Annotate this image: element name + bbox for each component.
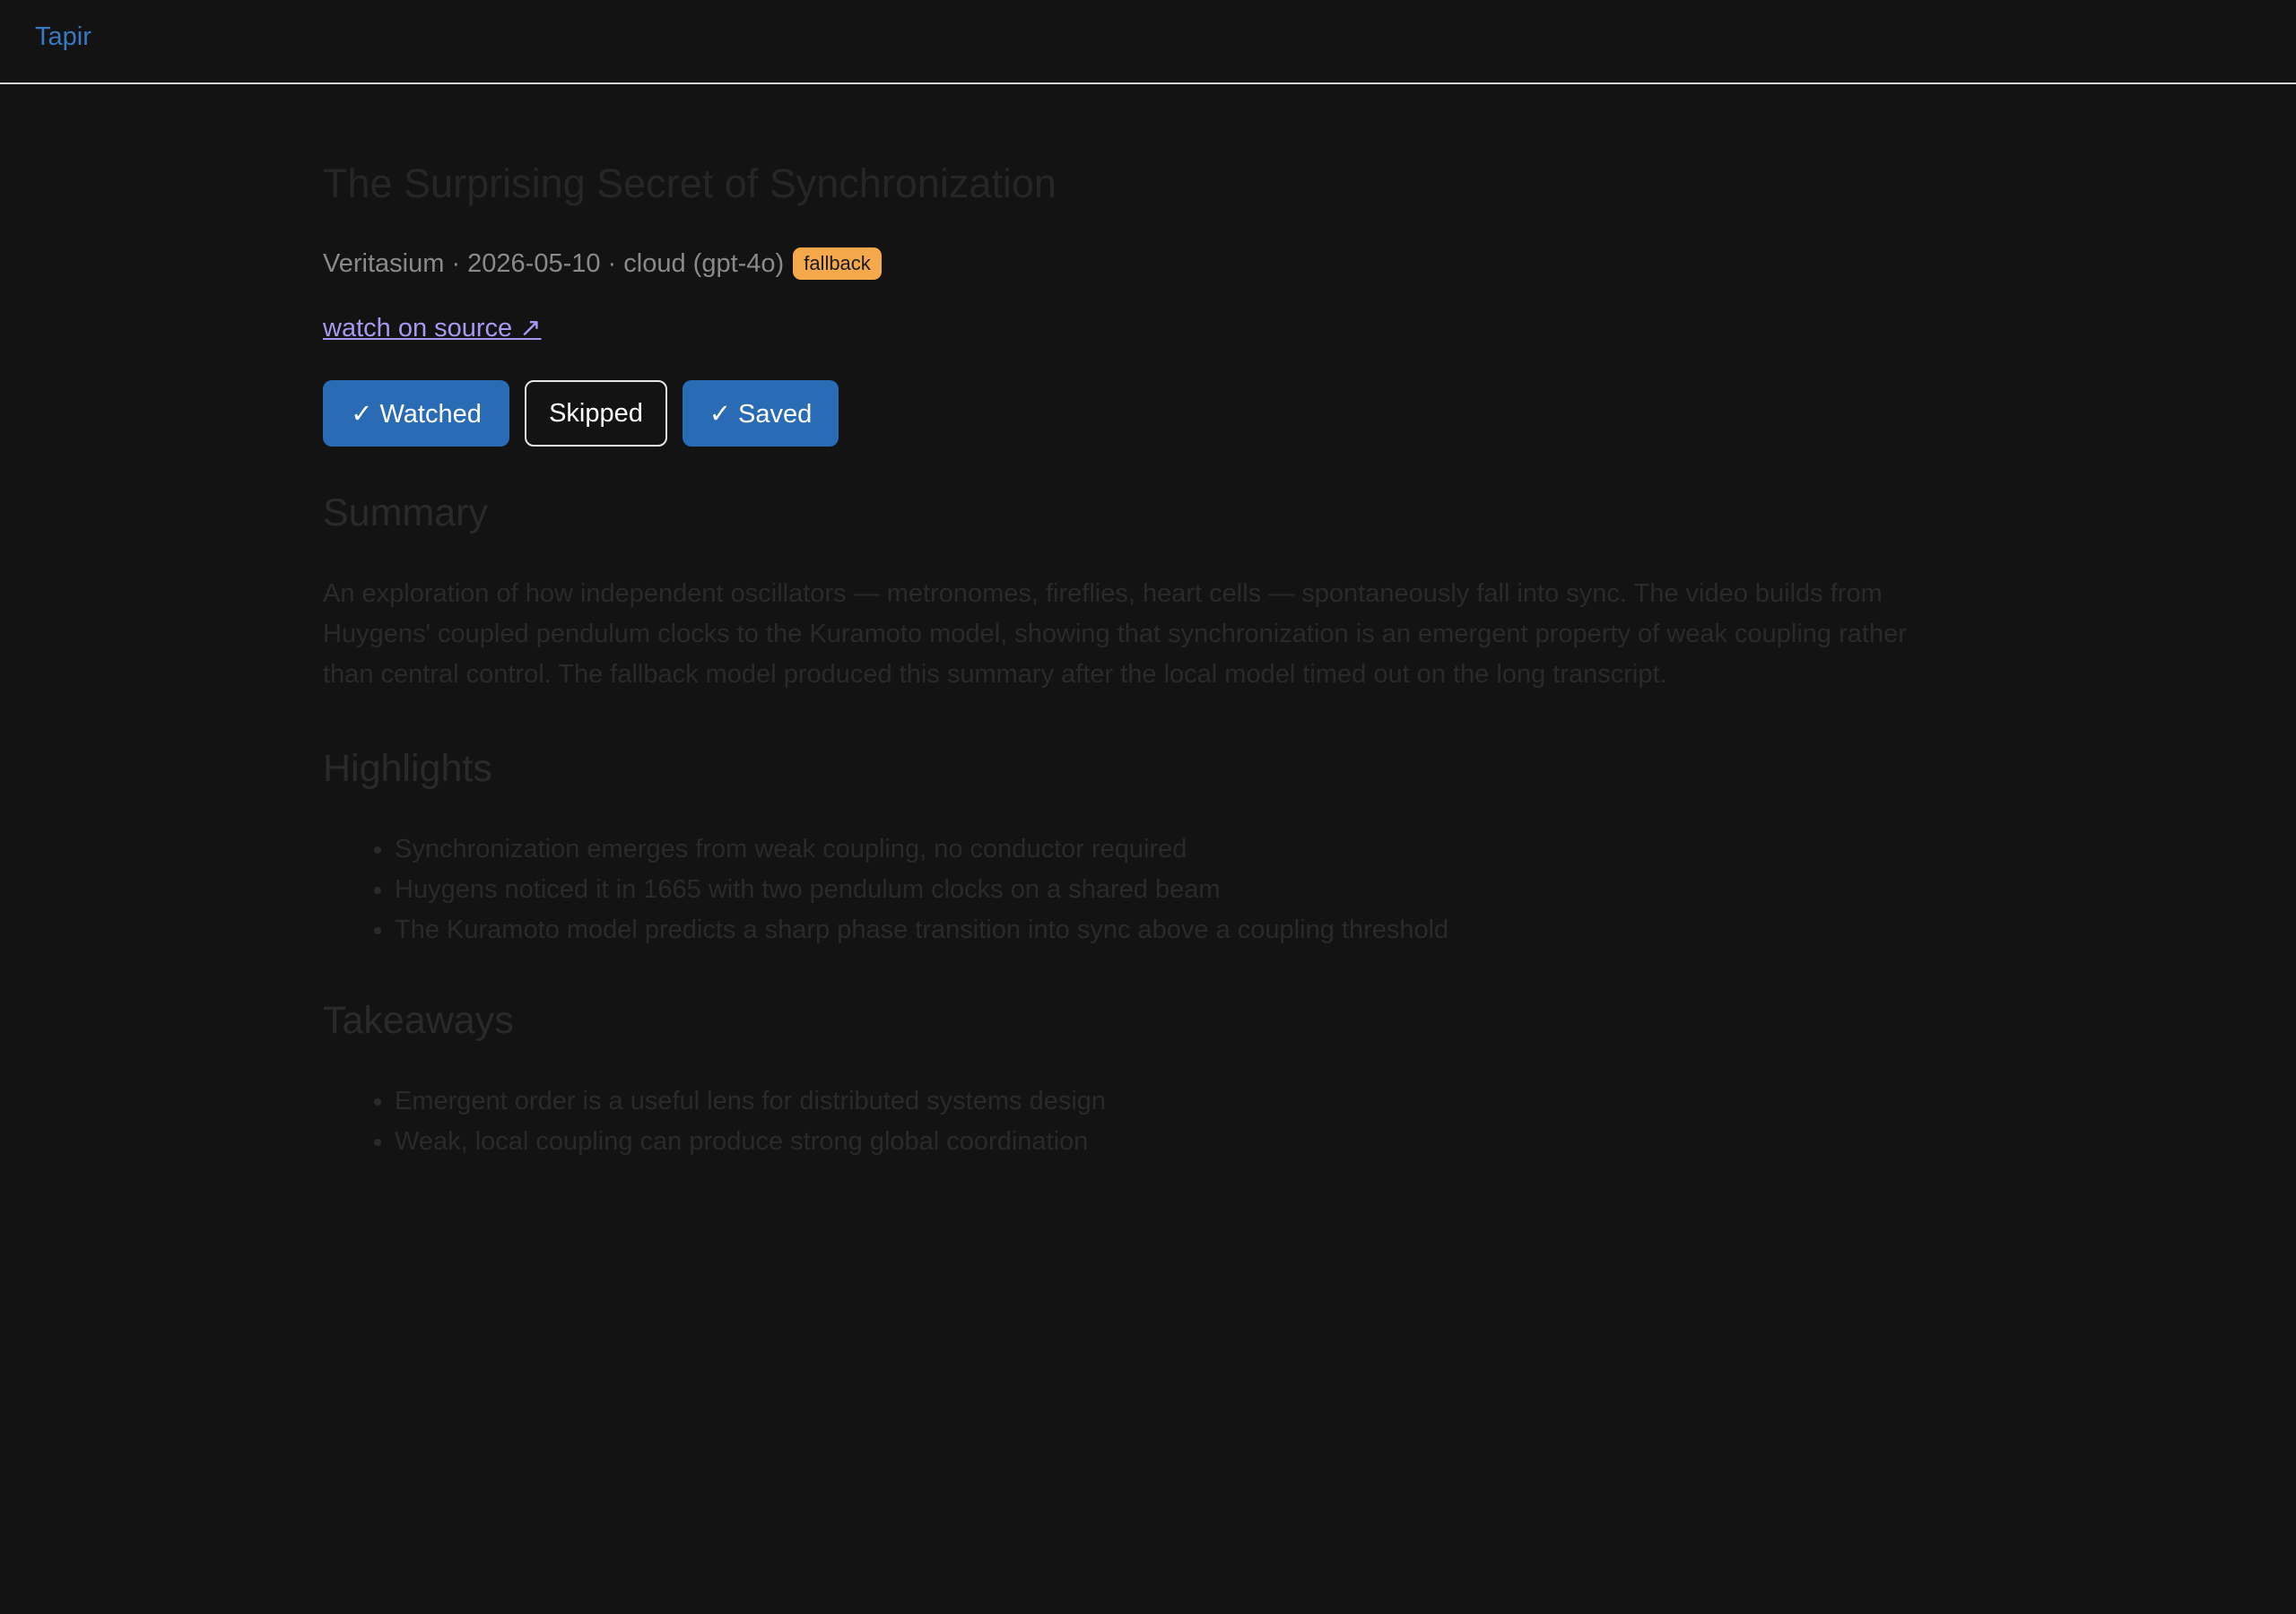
fallback-badge: fallback: [793, 247, 882, 280]
list-item: Weak, local coupling can produce strong …: [395, 1122, 1955, 1162]
watched-button[interactable]: ✓ Watched: [323, 380, 509, 447]
action-buttons: ✓ Watched Skipped ✓ Saved: [323, 380, 1955, 447]
highlights-list: Synchronization emerges from weak coupli…: [323, 829, 1955, 950]
top-bar: Tapir: [0, 0, 2296, 84]
highlights-heading: Highlights: [323, 747, 492, 790]
list-item: The Kuramoto model predicts a sharp phas…: [395, 910, 1955, 950]
summary-heading: Summary: [323, 491, 488, 534]
watch-on-source-link[interactable]: watch on source ↗: [323, 310, 542, 346]
list-item: Emergent order is a useful lens for dist…: [395, 1081, 1955, 1122]
meta-line: Veritasium · 2026-05-10 · cloud (gpt-4o): [323, 248, 785, 278]
skipped-button[interactable]: Skipped: [525, 380, 667, 447]
list-item: Synchronization emerges from weak coupli…: [395, 829, 1955, 870]
video-meta: Veritasium · 2026-05-10 · cloud (gpt-4o)…: [323, 246, 1955, 282]
takeaways-section: Takeaways Emergent order is a useful len…: [323, 994, 1955, 1162]
summary-section: Summary An exploration of how independen…: [323, 486, 1955, 695]
takeaways-heading: Takeaways: [323, 999, 514, 1042]
saved-button[interactable]: ✓ Saved: [683, 380, 839, 447]
video-detail: The Surprising Secret of Synchronization…: [323, 152, 1955, 1162]
brand-link[interactable]: Tapir: [35, 22, 91, 52]
takeaways-list: Emergent order is a useful lens for dist…: [323, 1081, 1955, 1162]
video-title: The Surprising Secret of Synchronization: [323, 161, 1057, 206]
highlights-section: Highlights Synchronization emerges from …: [323, 742, 1955, 950]
list-item: Huygens noticed it in 1665 with two pend…: [395, 870, 1955, 910]
summary-text: An exploration of how independent oscill…: [323, 579, 1907, 689]
